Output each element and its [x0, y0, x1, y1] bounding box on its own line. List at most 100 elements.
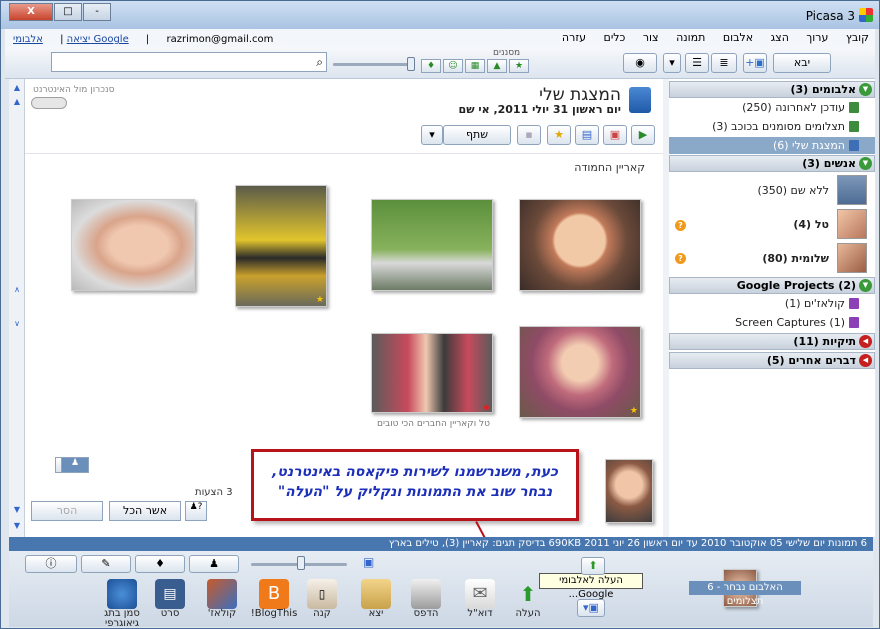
collage-icon[interactable] — [207, 579, 237, 609]
avatar-shlomit[interactable] — [837, 243, 867, 273]
menu-picture[interactable]: תמונה — [676, 31, 705, 44]
tag-icon: ✎ — [101, 557, 111, 570]
confirm-all-button[interactable]: אשר הכל — [109, 501, 181, 521]
menu-help[interactable]: עזרה — [562, 31, 586, 44]
album-item-recent[interactable]: עודכן לאחרונה (250) — [669, 99, 875, 116]
geotag-icon[interactable] — [107, 579, 137, 609]
shop-label: קנה — [313, 608, 331, 619]
export-button[interactable]: ▤ — [575, 125, 599, 145]
avatar-tal[interactable] — [837, 209, 867, 239]
menu-file[interactable]: קובץ — [846, 31, 869, 44]
photo-thumbnail[interactable] — [71, 199, 195, 291]
menu-view[interactable]: הצג — [771, 31, 789, 44]
sync-toggle[interactable] — [31, 97, 67, 109]
star-album-button[interactable]: ★ — [547, 125, 571, 145]
print-icon[interactable] — [411, 579, 441, 609]
scroll-down-icon[interactable]: ▼ — [11, 505, 23, 517]
view-dropdown[interactable]: ▾ — [663, 53, 681, 73]
person-shlomit[interactable]: שלומית (80) — [762, 252, 829, 265]
play-slideshow-button[interactable]: ▶ — [631, 125, 655, 145]
photo-thumbnail[interactable] — [371, 199, 493, 291]
filter-video-button[interactable]: ▦ — [465, 59, 485, 73]
search-input[interactable]: ⌕ — [51, 52, 327, 72]
blogger-icon[interactable]: B — [259, 579, 289, 609]
filter-starred-button[interactable]: ★ — [509, 59, 529, 73]
photo-thumbnail[interactable]: ★ — [519, 326, 641, 418]
date-filter-slider-knob[interactable] — [407, 57, 415, 71]
avatar-unnamed[interactable] — [837, 175, 867, 205]
group-albums-header[interactable]: ▼ אלבומים (3) — [669, 81, 875, 98]
upload-arrow-icon: ▲ — [493, 61, 501, 71]
suggested-face-thumbnail[interactable] — [605, 459, 653, 523]
album-title[interactable]: המצגת שלי — [539, 85, 621, 105]
expand-icon[interactable]: ▼ — [859, 83, 872, 96]
date-filter-slider[interactable] — [333, 63, 413, 66]
minimize-button[interactable]: - — [83, 3, 111, 21]
group-folders-header[interactable]: ◀ תיקיות (11) — [669, 333, 875, 350]
menu-tools[interactable]: כלים — [604, 31, 626, 44]
people-pane-button[interactable]: ♟ — [61, 457, 89, 473]
people-icon: ◉ — [635, 56, 645, 69]
filter-uploaded-button[interactable]: ▲ — [487, 59, 507, 73]
group-other-header[interactable]: ◀ דברים אחרים (5) — [669, 352, 875, 369]
tray-view-button[interactable]: ▾▣ — [577, 599, 605, 617]
tag-person-button[interactable]: ♟? — [185, 501, 207, 521]
share-button[interactable]: שתף — [443, 125, 511, 145]
album-item-starred[interactable]: תצלומים מסומנים בכוכב (3) — [669, 118, 875, 135]
tags-button[interactable]: ✎ — [81, 555, 131, 573]
people-button[interactable]: ♟ — [189, 555, 239, 573]
properties-button[interactable]: ⓘ — [25, 555, 77, 573]
tray-upload-button[interactable]: ⬆ — [581, 557, 605, 575]
project-item-collages[interactable]: קולאז'ים (1) — [669, 295, 875, 312]
album-nav-scrollbar[interactable]: ▲ ▲ ∧ ∨ ▼ ▼ — [9, 79, 25, 537]
collapse-icon[interactable]: ◀ — [859, 335, 872, 348]
search-icon[interactable]: ⌕ — [316, 55, 323, 70]
people-button[interactable]: ◉ — [623, 53, 657, 73]
scroll-bottom-icon[interactable]: ▼ — [11, 521, 23, 533]
menu-album[interactable]: אלבום — [723, 31, 753, 44]
person-unnamed[interactable]: ללא שם (350) — [757, 184, 829, 197]
thumbnail-size-knob[interactable] — [297, 556, 305, 570]
menu-edit[interactable]: ערוך — [806, 31, 828, 44]
photo-thumbnail[interactable] — [519, 199, 641, 291]
movie-icon[interactable]: ▤ — [155, 579, 185, 609]
scroll-prev-icon[interactable]: ∧ — [11, 285, 23, 297]
filter-geotag-button[interactable]: ♦ — [421, 59, 441, 73]
group-projects-header[interactable]: ▼ Google Projects (2) — [669, 277, 875, 294]
blog-button[interactable]: ▣ — [603, 125, 627, 145]
shop-icon[interactable]: ▯ — [307, 579, 337, 609]
exit-link[interactable]: יציאה — [67, 34, 91, 45]
expand-icon[interactable]: ▼ — [859, 279, 872, 292]
project-item-screen-captures[interactable]: Screen Captures (1) — [669, 314, 875, 331]
person-tal[interactable]: טל (4) — [793, 218, 829, 231]
import-label: יבא — [793, 56, 811, 69]
group-people-header[interactable]: ▼ אנשים (3) — [669, 155, 875, 172]
collapse-icon[interactable]: ◀ — [859, 354, 872, 367]
close-button[interactable]: X — [9, 3, 53, 21]
maximize-button[interactable]: □ — [54, 3, 82, 21]
detail-view-button[interactable]: ☰ — [685, 53, 709, 73]
scroll-up-icon[interactable]: ▲ — [11, 97, 23, 109]
photo-thumbnail[interactable] — [371, 333, 493, 413]
folder-icon[interactable] — [361, 579, 391, 609]
panel-splitter[interactable] — [663, 79, 669, 537]
album-item-my-slideshow[interactable]: המצגת שלי (6) — [669, 137, 875, 154]
group-albums-title: אלבומים (3) — [790, 83, 856, 96]
add-album-button[interactable]: +▣ — [743, 53, 767, 73]
scroll-top-icon[interactable]: ▲ — [11, 83, 23, 95]
menu-create[interactable]: צור — [643, 31, 659, 44]
places-button[interactable]: ♦ — [135, 555, 185, 573]
question-icon[interactable]: ? — [675, 253, 686, 264]
share-label: שתף — [465, 128, 489, 141]
scroll-next-icon[interactable]: ∨ — [11, 319, 23, 331]
email-icon[interactable]: ✉ — [465, 579, 495, 609]
picture-icon: ▾▣ — [583, 601, 599, 614]
photo-thumbnail[interactable]: ★ — [235, 185, 327, 307]
list-view-button[interactable]: ≣ — [711, 53, 737, 73]
question-icon[interactable]: ? — [675, 220, 686, 231]
filter-faces-button[interactable]: ☺ — [443, 59, 463, 73]
export-label: יצא — [368, 608, 384, 619]
import-button[interactable]: יבא — [773, 53, 831, 73]
share-dropdown[interactable]: ▾ — [421, 125, 443, 145]
expand-icon[interactable]: ▼ — [859, 157, 872, 170]
